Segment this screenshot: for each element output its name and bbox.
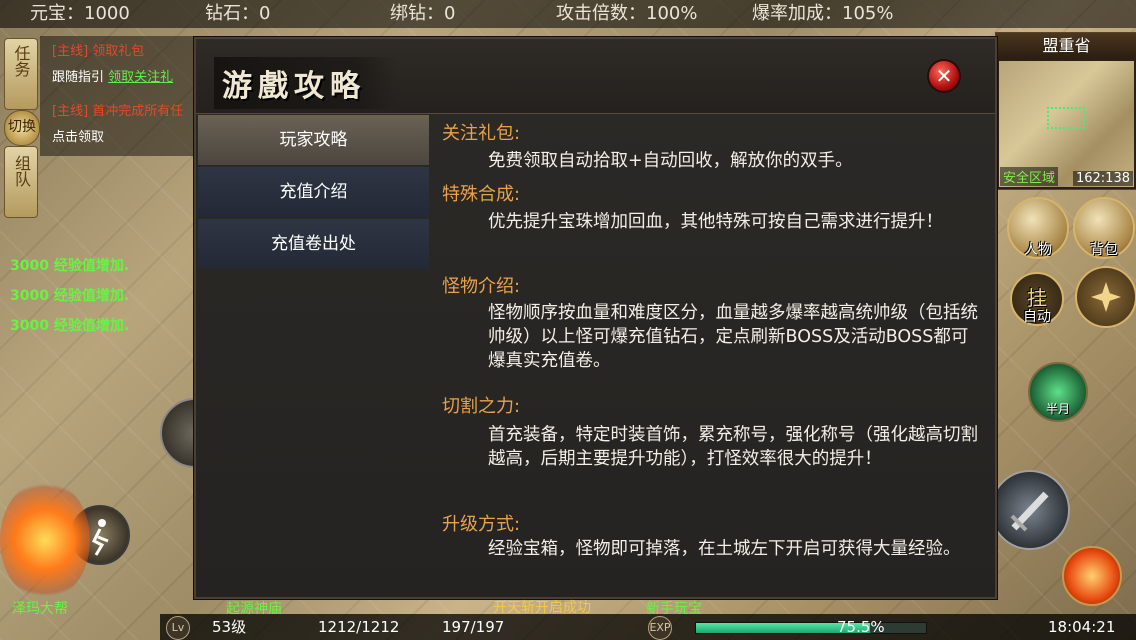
quest-guide-label: 跟随指引: [52, 70, 105, 85]
compass-icon: [1091, 282, 1121, 312]
quest-side-tabs: 任务 切换 组队: [4, 38, 40, 218]
exp-bar: [695, 622, 927, 634]
fire-effect: [0, 480, 90, 600]
section-heading: 关注礼包:: [442, 123, 521, 144]
menu-item-player-guide[interactable]: 玩家攻略: [198, 115, 429, 165]
tab-switch-label: 切换: [8, 119, 36, 135]
currency-bar: 元宝：1000 钻石：0 绑钻：0 攻击倍数：100% 爆率加成：105%: [0, 0, 1136, 28]
game-guide-dialog: 游戲攻略 ✕ 玩家攻略 充值介绍 充值卷出处 关注礼包: 免费领取自动拾取+自动…: [194, 37, 997, 599]
sword-icon: [1010, 491, 1049, 532]
quest-title: 领取礼包: [92, 44, 145, 59]
safe-zone-label: 安全区域: [1000, 167, 1059, 186]
guide-content: 关注礼包: 免费领取自动拾取+自动回收，解放你的双手。 特殊合成: 优先提升宝珠…: [442, 117, 982, 587]
clock: 18:04:21: [1048, 618, 1116, 636]
tab-team-label: 组队: [12, 155, 31, 187]
bound-diamond-display: 绑钻：0: [390, 3, 456, 24]
minimap-view[interactable]: 安全区域 162:138: [999, 61, 1134, 187]
tab-switch[interactable]: 切换: [4, 110, 40, 146]
player-level: 53级: [212, 618, 247, 636]
level-badge: Lv: [166, 616, 190, 640]
half-moon-skill[interactable]: 半月: [1028, 362, 1088, 422]
quest-tag: [主线]: [52, 44, 89, 59]
exp-badge: EXP: [648, 616, 672, 640]
section-body: 经验宝箱，怪物即可掉落，在土城左下开启可获得大量经验。: [488, 539, 961, 559]
drop-bonus-display: 爆率加成：105%: [752, 3, 894, 24]
attack-button[interactable]: [990, 470, 1070, 550]
quest-line-3[interactable]: [主线] 首冲完成所有任: [52, 100, 183, 119]
coordinates: 162:138: [1072, 171, 1133, 186]
quest-guide-link[interactable]: 领取关注礼: [108, 70, 173, 85]
tab-task-label: 任务: [11, 45, 31, 77]
bag-label: 背包: [1090, 242, 1118, 258]
guide-menu: 玩家攻略 充值介绍 充值卷出处: [198, 115, 429, 271]
half-moon-label: 半月: [1045, 402, 1070, 416]
exp-log-line: 3000 经验值增加.: [10, 288, 130, 304]
minimap-title: 盟重省: [996, 33, 1136, 59]
section-body: 怪物顺序按血量和难度区分，血量越多爆率越高统帅级（包括统帅级）以上怪可爆充值钻石…: [488, 303, 978, 371]
quest-line-1[interactable]: [主线] 领取礼包: [52, 40, 144, 59]
quest-title: 首冲完成所有任: [92, 104, 184, 119]
minimap[interactable]: 盟重省 安全区域 162:138: [995, 32, 1136, 190]
tab-task[interactable]: 任务: [4, 38, 38, 110]
dialog-title: 游戲攻略: [214, 57, 396, 109]
player-name-label: 泽玛大帮: [12, 601, 68, 617]
exp-percent: 75.5%: [837, 618, 885, 636]
section-heading: 升级方式:: [442, 514, 521, 535]
attack-multiplier-display: 攻击倍数：100%: [556, 3, 698, 24]
exp-log-line: 3000 经验值增加.: [10, 258, 130, 274]
quest-line-2[interactable]: 跟随指引 领取关注礼: [52, 66, 173, 85]
section-heading: 怪物介绍:: [442, 276, 521, 297]
player-status-bar: Lv 53级 1212/1212 197/197 EXP 75.5% 18:04…: [160, 614, 1136, 640]
quest-tracker[interactable]: [主线] 领取礼包 跟随指引 领取关注礼 [主线] 首冲完成所有任 点击领取: [40, 36, 195, 156]
tab-team[interactable]: 组队: [4, 146, 38, 218]
quest-claim-text[interactable]: 点击领取: [52, 126, 104, 145]
auto-label: 自动: [1023, 309, 1051, 325]
section-body: 优先提升宝珠增加回血，其他特殊可按自己需求进行提升！: [488, 212, 943, 232]
character-button[interactable]: 人物: [1007, 197, 1069, 259]
section-body: 首充装备，特定时装首饰，累充称号，强化称号（强化越高切割越高，后期主要提升功能）…: [488, 425, 978, 469]
section-body: 免费领取自动拾取+自动回收，解放你的双手。: [488, 151, 853, 171]
exp-log-line: 3000 经验值增加.: [10, 318, 130, 334]
menu-item-recharge-intro[interactable]: 充值介绍: [198, 167, 429, 217]
pickup-button[interactable]: [1075, 266, 1136, 328]
auto-fight-button[interactable]: 挂 自动: [1010, 272, 1064, 326]
quest-tag: [主线]: [52, 104, 89, 119]
close-button[interactable]: ✕: [927, 59, 961, 93]
character-label: 人物: [1024, 242, 1052, 258]
menu-item-recharge-voucher-source[interactable]: 充值卷出处: [198, 219, 429, 269]
bag-button[interactable]: 背包: [1073, 197, 1135, 259]
diamond-display: 钻石：0: [205, 3, 271, 24]
section-heading: 特殊合成:: [442, 184, 521, 205]
section-heading: 切割之力:: [442, 396, 521, 417]
mp-display: 197/197: [442, 618, 505, 636]
hp-display: 1212/1212: [318, 618, 400, 636]
fire-skill[interactable]: [1062, 546, 1122, 606]
yuanbao-display: 元宝：1000: [30, 3, 130, 24]
dialog-header: 游戲攻略 ✕: [196, 39, 995, 114]
player-marker-icon: [1047, 107, 1085, 129]
